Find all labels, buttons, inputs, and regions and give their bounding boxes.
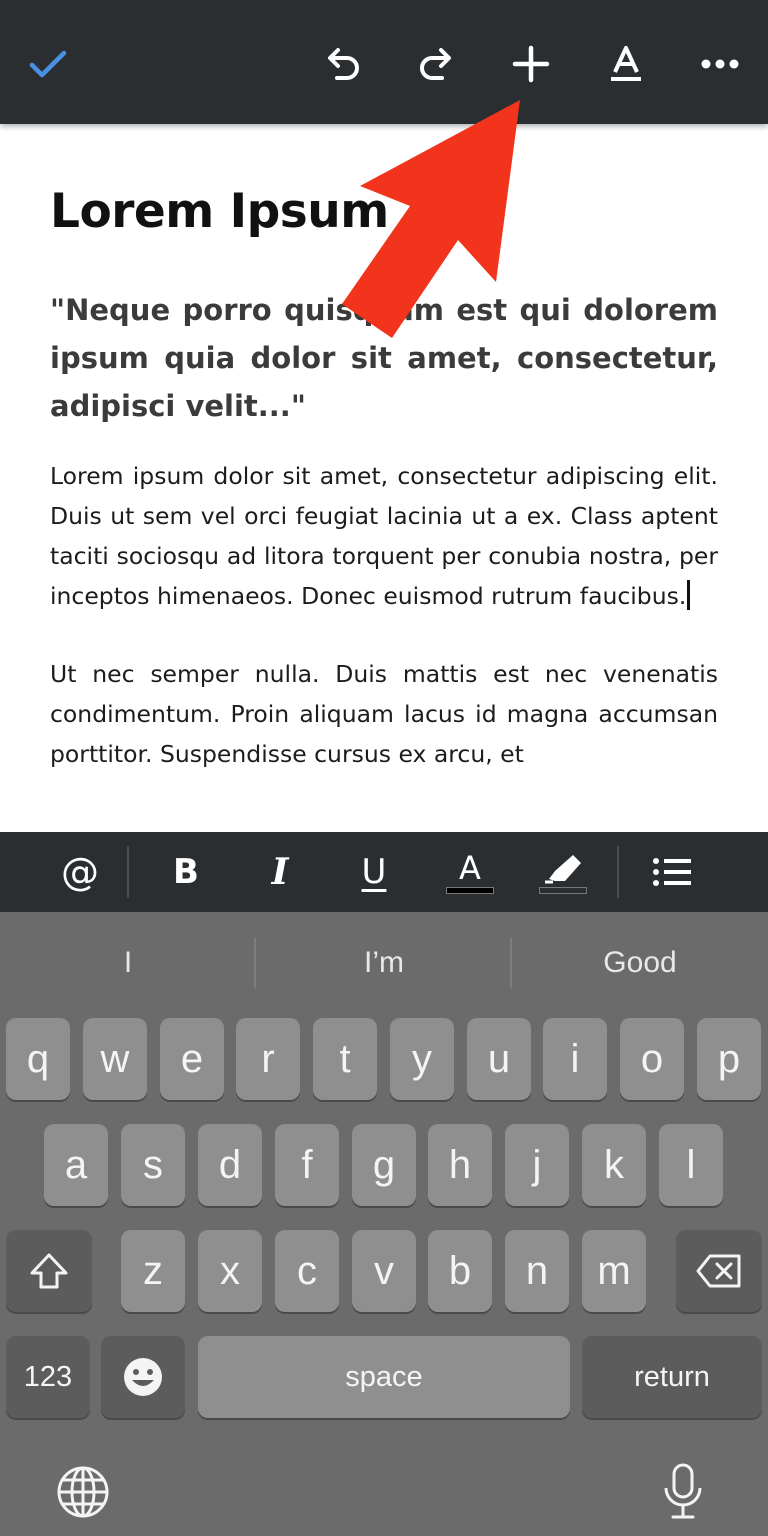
italic-icon[interactable]: I	[252, 840, 308, 904]
document-body[interactable]: Lorem Ipsum "Neque porro quisquam est qu…	[50, 124, 718, 832]
format-toolbar: @ B I U A	[0, 832, 768, 912]
document-title: Lorem Ipsum	[50, 184, 389, 239]
mention-icon[interactable]: @	[50, 840, 110, 904]
highlight-swatch	[539, 886, 587, 894]
key-x[interactable]: x	[198, 1230, 262, 1312]
undo-icon[interactable]	[311, 32, 375, 96]
bold-icon[interactable]: B	[158, 840, 214, 904]
more-icon[interactable]	[688, 32, 752, 96]
numbers-key[interactable]: 123	[6, 1336, 90, 1418]
key-r[interactable]: r	[236, 1018, 300, 1100]
key-q[interactable]: q	[6, 1018, 70, 1100]
suggestion-3[interactable]: Good	[512, 938, 768, 988]
document-paragraph: Lorem ipsum dolor sit amet, consectetur …	[50, 456, 718, 616]
shift-key[interactable]	[6, 1230, 92, 1312]
document-paragraph: Ut nec semper nulla. Duis mattis est nec…	[50, 660, 718, 768]
key-k[interactable]: k	[582, 1124, 646, 1206]
text-color-icon[interactable]: A	[442, 840, 498, 904]
bold-label: B	[173, 852, 199, 892]
microphone-icon[interactable]	[651, 1460, 715, 1524]
highlighter-icon	[545, 854, 581, 883]
key-i[interactable]: i	[543, 1018, 607, 1100]
key-b[interactable]: b	[428, 1230, 492, 1312]
key-w[interactable]: w	[83, 1018, 147, 1100]
backspace-icon	[696, 1254, 741, 1288]
key-h[interactable]: h	[428, 1124, 492, 1206]
key-n[interactable]: n	[505, 1230, 569, 1312]
underline-label: U	[361, 852, 387, 892]
suggestion-2[interactable]: I’m	[256, 938, 512, 988]
checkmark-icon[interactable]	[16, 32, 80, 96]
key-u[interactable]: u	[467, 1018, 531, 1100]
key-z[interactable]: z	[121, 1230, 185, 1312]
key-g[interactable]: g	[352, 1124, 416, 1206]
key-y[interactable]: y	[390, 1018, 454, 1100]
key-f[interactable]: f	[275, 1124, 339, 1206]
italic-label: I	[271, 851, 289, 893]
mention-label: @	[61, 850, 99, 894]
suggestion-1[interactable]: I	[0, 938, 256, 988]
plus-icon[interactable]	[499, 32, 563, 96]
globe-icon[interactable]	[51, 1460, 115, 1524]
format-divider	[127, 846, 129, 898]
paragraph-text: Lorem ipsum dolor sit amet, consectetur …	[50, 462, 718, 610]
underline-icon[interactable]: U	[346, 840, 402, 904]
format-divider	[617, 846, 619, 898]
keyboard: I I’m Good q w e r t y u i o p a s d f g…	[0, 912, 768, 1536]
key-m[interactable]: m	[582, 1230, 646, 1312]
key-a[interactable]: a	[44, 1124, 108, 1206]
space-key[interactable]: space	[198, 1336, 570, 1418]
key-v[interactable]: v	[352, 1230, 416, 1312]
key-t[interactable]: t	[313, 1018, 377, 1100]
text-cursor	[687, 580, 691, 610]
key-e[interactable]: e	[160, 1018, 224, 1100]
shift-icon	[30, 1253, 68, 1289]
key-l[interactable]: l	[659, 1124, 723, 1206]
backspace-key[interactable]	[676, 1230, 762, 1312]
emoji-key[interactable]	[101, 1336, 185, 1418]
key-s[interactable]: s	[121, 1124, 185, 1206]
key-j[interactable]: j	[505, 1124, 569, 1206]
emoji-icon	[124, 1358, 162, 1396]
key-o[interactable]: o	[620, 1018, 684, 1100]
document-quote: "Neque porro quisquam est qui dolorem ip…	[50, 293, 718, 423]
list-icon[interactable]	[642, 840, 702, 904]
text-color-swatch	[446, 886, 494, 894]
text-format-icon[interactable]	[594, 32, 658, 96]
text-color-label: A	[459, 848, 481, 887]
key-d[interactable]: d	[198, 1124, 262, 1206]
return-key[interactable]: return	[582, 1336, 762, 1418]
top-toolbar	[0, 0, 768, 124]
redo-icon[interactable]	[404, 32, 468, 96]
key-p[interactable]: p	[697, 1018, 761, 1100]
highlight-icon[interactable]	[535, 840, 591, 904]
key-c[interactable]: c	[275, 1230, 339, 1312]
